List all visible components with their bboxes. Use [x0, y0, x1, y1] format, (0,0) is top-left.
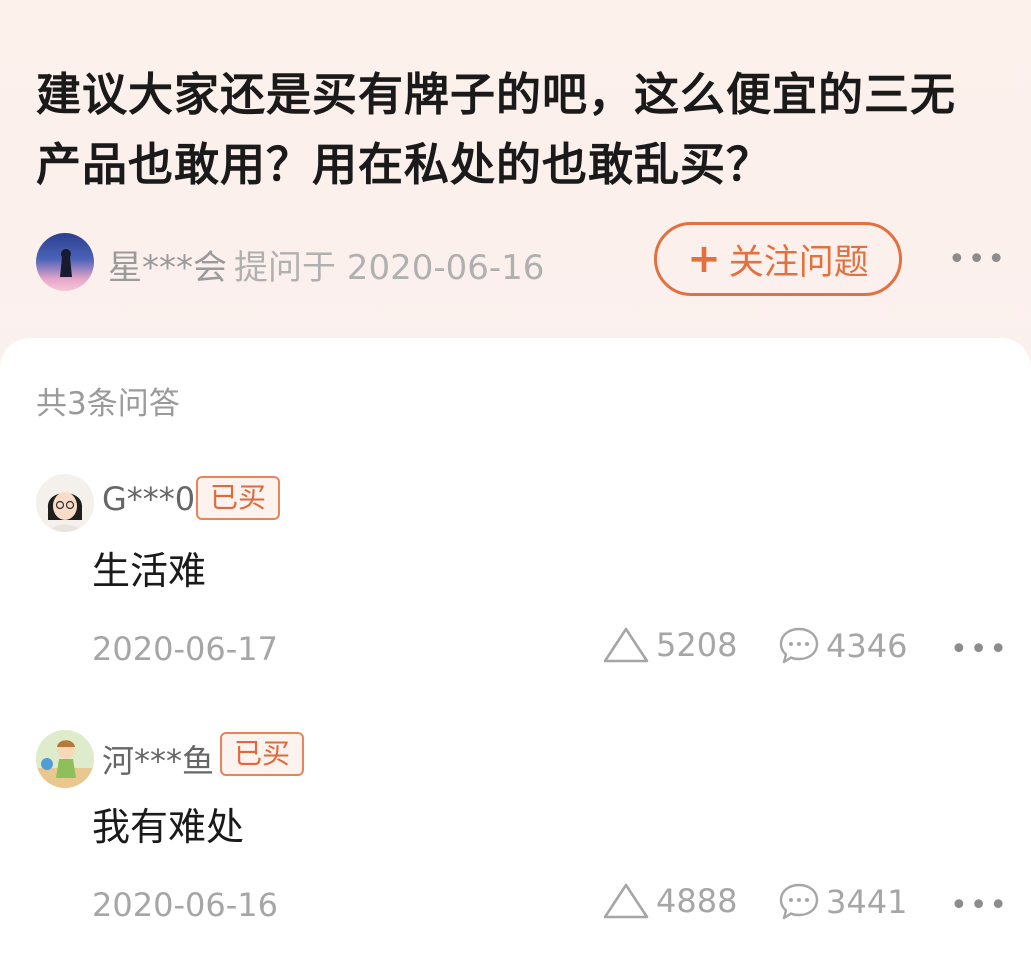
bought-badge: 已买 [196, 476, 281, 520]
person-silhouette-icon [60, 249, 72, 277]
follow-question-label: 关注问题 [728, 242, 869, 283]
like-button[interactable]: 4888 [602, 882, 737, 920]
answer-text: 我有难处 [92, 805, 245, 849]
asker-avatar[interactable] [36, 233, 94, 291]
more-dots-icon[interactable]: ••• [948, 242, 1007, 277]
like-count: 5208 [656, 626, 738, 664]
answer-date: 2020-06-17 [92, 630, 278, 668]
answer-date: 2020-06-16 [92, 886, 278, 924]
bought-badge: 已买 [220, 732, 305, 776]
answer-count: 共3条问答 [36, 386, 180, 422]
answers-card: 共3条问答 G***0 已买 生活难 2020-06-17 5208 4346 … [0, 338, 1031, 950]
chat-bubble-icon [779, 883, 819, 920]
question-title: 建议大家还是买有牌子的吧，这么便宜的三无产品也敢用？用在私处的也敢乱买？ [36, 68, 957, 191]
follow-question-button[interactable]: + 关注问题 [654, 222, 902, 296]
comment-button[interactable]: 3441 [778, 882, 907, 922]
answer-avatar[interactable] [36, 730, 94, 788]
answer-item: 河***鱼 已买 我有难处 2020-06-16 4888 3441 ••• [0, 726, 1031, 966]
answer-username[interactable]: 河***鱼 [102, 736, 214, 782]
comment-count: 4346 [826, 627, 908, 665]
like-count: 4888 [656, 882, 738, 920]
like-button[interactable]: 5208 [602, 626, 737, 664]
answer-item: G***0 已买 生活难 2020-06-17 5208 4346 ••• [0, 470, 1031, 710]
cartoon-avatar-icon [36, 730, 94, 788]
answer-avatar[interactable] [36, 474, 94, 532]
plus-icon: + [687, 236, 721, 282]
question-header: 建议大家还是买有牌子的吧，这么便宜的三无产品也敢用？用在私处的也敢乱买？ 星**… [0, 0, 1031, 380]
answer-text: 生活难 [92, 549, 207, 593]
triangle-up-icon [603, 627, 649, 663]
asker-row: 星***会 提问于 2020-06-16 + 关注问题 ••• [36, 222, 1005, 296]
girl-avatar-icon [36, 474, 94, 532]
more-dots-icon[interactable]: ••• [950, 632, 1009, 667]
asked-time: 提问于 2020-06-16 [234, 248, 545, 288]
triangle-up-icon [603, 883, 649, 919]
comment-button[interactable]: 4346 [778, 626, 907, 666]
asker-name[interactable]: 星***会 [108, 240, 227, 289]
chat-bubble-icon [779, 627, 819, 664]
comment-count: 3441 [826, 883, 908, 921]
answer-username[interactable]: G***0 [102, 480, 195, 518]
more-dots-icon[interactable]: ••• [950, 888, 1009, 923]
